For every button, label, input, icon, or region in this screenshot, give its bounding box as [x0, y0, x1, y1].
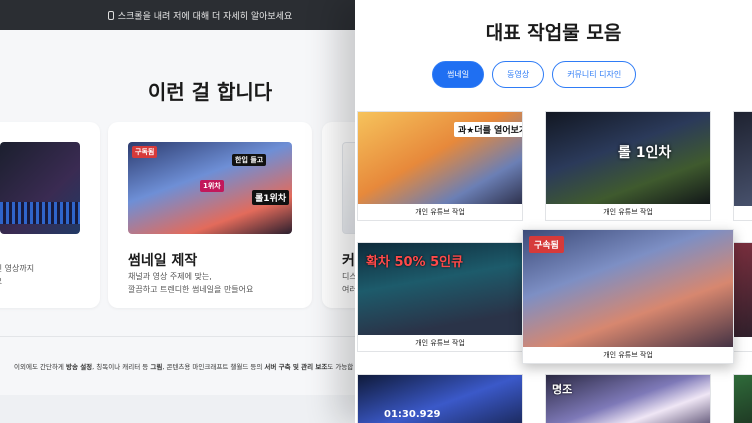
- portfolio-caption: 개인 유튜브 작업: [546, 204, 710, 220]
- portfolio-item[interactable]: 01:30.929: [357, 374, 523, 423]
- note-bold: 서버 구축 및 관리 보조: [264, 363, 328, 371]
- service-card-description: 채널과 영상 주제에 맞는, 깔끔하고 트렌디한 썸네일을 만들어요: [128, 270, 253, 296]
- video-editing-thumbnail: [0, 142, 80, 234]
- portfolio-section: 대표 작업물 모음 썸네일 동영상 커뮤니티 디자인 과★더를 열어보가! 개인…: [355, 0, 752, 423]
- portfolio-thumbnail: 롤 1인차: [546, 112, 710, 206]
- thumbnail-text: 01:30.929: [384, 409, 441, 420]
- portfolio-item[interactable]: [733, 374, 752, 423]
- portfolio-thumbnail: 01:30.929: [358, 375, 522, 423]
- portfolio-thumbnail: 확차 50% 5인큐: [358, 243, 522, 337]
- note-text: , 콘텐츠용 마인크래프트 챌월드 등의: [162, 363, 265, 371]
- scroll-hint-text: 스크롤을 내려 저에 대해 더 자세히 알아보세요: [117, 11, 293, 22]
- thumbnail-text: 확차 50% 5인큐: [366, 255, 464, 270]
- portfolio-item[interactable]: 과★더를 열어보가! 개인 유튜브 작업: [357, 111, 523, 221]
- note-bold: 방송 설정: [65, 363, 93, 371]
- note-bold: 그림: [150, 363, 163, 371]
- portfolio-title: 대표 작업물 모음: [485, 22, 622, 44]
- desc-line: 채널과 영상 주제에 맞는,: [128, 272, 212, 281]
- note-text: 이외에도 간단하게: [14, 363, 66, 371]
- portfolio-tabs: 썸네일 동영상 커뮤니티 디자인: [432, 61, 637, 88]
- thumbnail-badge: 구속됨: [529, 236, 564, 253]
- additional-services-note: 이외에도 간단하게 방송 설정, 칭독이나 캐리터 등 그림, 콘텐츠용 마인크…: [14, 361, 353, 371]
- thumbnail-sample-image: 구독됨 한입 들고 1위차 롤1위차: [128, 142, 292, 234]
- tab-video[interactable]: 동영상: [492, 61, 545, 88]
- service-card-title: 썸네일 제작: [128, 253, 198, 269]
- portfolio-item[interactable]: [733, 242, 752, 352]
- note-text: 도 가능합: [327, 363, 354, 371]
- thumb-badge: 구독됨: [132, 146, 158, 158]
- service-card-description: 화하신 영상까지 능해요: [0, 262, 34, 288]
- portfolio-item[interactable]: 확차 50% 5인큐 개인 유튜브 작업: [357, 242, 523, 352]
- services-title: 이런 걸 합니다: [147, 80, 273, 104]
- thumb-text: 한입 들고: [232, 154, 267, 166]
- portfolio-thumbnail: 명조: [546, 375, 710, 423]
- scroll-hint-bar: 스크롤을 내려 저에 대해 더 자세히 알아보세요: [0, 0, 400, 30]
- thumb-text: 1위차: [200, 180, 224, 192]
- portfolio-caption: 개인 유튜브 작업: [523, 347, 733, 363]
- desc-line: 깔끔하고 트렌디한 썸네일을 만들어요: [128, 285, 254, 294]
- tab-community-design[interactable]: 커뮤니티 디자인: [552, 61, 637, 88]
- portfolio-thumbnail: 구속됨: [523, 230, 733, 349]
- portfolio-item[interactable]: 롤 1인차 개인 유튜브 작업: [545, 111, 711, 221]
- service-card-thumbnail[interactable]: 구독됨 한입 들고 1위차 롤1위차 썸네일 제작 채널과 영상 주제에 맞는,…: [108, 122, 312, 308]
- portfolio-item-hovered[interactable]: 구속됨 개인 유튜브 작업: [522, 229, 734, 364]
- tab-thumbnail[interactable]: 썸네일: [432, 61, 485, 88]
- thumb-text: 롤1위차: [252, 190, 290, 205]
- portfolio-thumbnail: [734, 112, 752, 206]
- note-text: , 칭독이나 캐리터 등: [92, 363, 151, 371]
- portfolio-caption: 개인 유튜브 작업: [358, 335, 522, 351]
- thumbnail-text: 롤 1인차: [618, 145, 672, 161]
- portfolio-item[interactable]: [733, 111, 752, 221]
- thumbnail-text: 과★더를 열어보가!: [454, 122, 522, 137]
- portfolio-item[interactable]: 명조: [545, 374, 711, 423]
- portfolio-caption: 개인 유튜브 작업: [358, 204, 522, 220]
- desc-line: 능해요: [0, 275, 34, 288]
- desc-line: 화하신 영상까지: [0, 264, 35, 273]
- service-card-video[interactable]: 화하신 영상까지 능해요: [0, 122, 100, 308]
- thumbnail-text: 명조: [552, 383, 573, 396]
- portfolio-thumbnail: 과★더를 열어보가!: [358, 112, 522, 206]
- portfolio-thumbnail: [734, 243, 752, 337]
- portfolio-thumbnail: [734, 375, 752, 423]
- mouse-icon: [107, 10, 114, 20]
